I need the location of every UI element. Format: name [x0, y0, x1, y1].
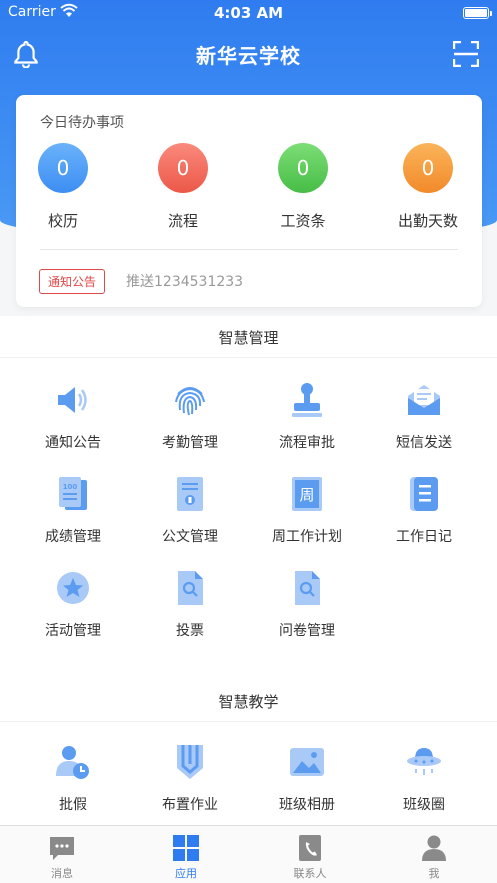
app-attendance[interactable]: 考勤管理: [128, 380, 252, 452]
notice-text[interactable]: 推送1234531233: [126, 271, 243, 291]
section-title: 智慧管理: [218, 329, 279, 347]
app-label: 流程审批: [279, 435, 335, 451]
smart-management-section: 智慧管理 通知公告 考勤管理 流程审批 短信发送 100 成绩管理 公文管理 周…: [0, 316, 497, 680]
apps-icon: [173, 835, 199, 861]
status-time: 4:03 AM: [213, 4, 284, 22]
app-label: 批假: [59, 797, 87, 813]
document-icon: [177, 477, 203, 511]
app-label: 投票: [176, 623, 204, 639]
card-divider: [40, 249, 458, 250]
stat-payslip[interactable]: 0 工资条: [263, 143, 343, 231]
stat-count: 0: [403, 143, 453, 193]
notice-tag[interactable]: 通知公告: [39, 269, 106, 294]
app-sms[interactable]: 短信发送: [362, 380, 486, 452]
todo-title: 今日待办事项: [40, 115, 124, 131]
message-icon: [50, 837, 74, 860]
stat-label: 校历: [47, 212, 78, 230]
stat-calendar[interactable]: 0 校历: [23, 143, 103, 231]
section-title: 智慧教学: [218, 693, 279, 711]
app-label: 考勤管理: [162, 435, 218, 451]
tab-contacts[interactable]: 联系人: [248, 826, 372, 883]
tab-label: 我: [428, 867, 440, 880]
stat-label: 工资条: [280, 212, 326, 230]
app-label: 周工作计划: [272, 529, 342, 545]
app-weekly-plan[interactable]: 周 周工作计划: [245, 474, 369, 546]
app-scores[interactable]: 100 成绩管理: [11, 474, 135, 546]
vote-icon: [178, 571, 203, 605]
mail-icon: [408, 385, 440, 415]
questionnaire-icon: [295, 571, 320, 605]
speaker-icon: [58, 387, 87, 413]
section-header: 智慧管理: [0, 316, 497, 358]
app-label: 工作日记: [396, 529, 452, 545]
app-label: 成绩管理: [45, 529, 101, 545]
app-class-circle[interactable]: 班级圈: [362, 742, 486, 814]
app-label: 布置作业: [162, 797, 218, 813]
profile-icon: [422, 835, 446, 861]
svg-text:周: 周: [299, 486, 314, 504]
tab-label: 应用: [175, 867, 197, 880]
app-label: 短信发送: [396, 435, 452, 451]
album-icon: [290, 748, 324, 776]
app-label: 通知公告: [45, 435, 101, 451]
homework-icon: [177, 745, 203, 779]
app-label: 公文管理: [162, 529, 218, 545]
tab-bar: 消息 应用 联系人 我: [0, 825, 497, 883]
page-title: 新华云学校: [196, 44, 301, 68]
app-approval[interactable]: 流程审批: [245, 380, 369, 452]
tab-label: 消息: [51, 867, 73, 880]
app-homework[interactable]: 布置作业: [128, 742, 252, 814]
app-notice[interactable]: 通知公告: [11, 380, 135, 452]
star-badge-icon: [57, 572, 89, 604]
tab-label: 联系人: [293, 867, 327, 880]
app-work-diary[interactable]: 工作日记: [362, 474, 486, 546]
score-sheet-icon: 100: [59, 477, 87, 510]
leave-icon: [56, 746, 89, 779]
app-documents[interactable]: 公文管理: [128, 474, 252, 546]
app-album[interactable]: 班级相册: [245, 742, 369, 814]
app-questionnaire[interactable]: 问卷管理: [245, 568, 369, 640]
stat-attendance[interactable]: 0 出勤天数: [388, 143, 468, 231]
planet-icon: [407, 748, 441, 775]
fingerprint-icon: [175, 387, 205, 416]
notebook-icon: [410, 477, 438, 511]
weekly-plan-icon: 周: [292, 477, 322, 511]
app-vote[interactable]: 投票: [128, 568, 252, 640]
tab-profile[interactable]: 我: [372, 826, 496, 883]
section-header: 智慧教学: [0, 680, 497, 722]
todo-card: 今日待办事项 0 校历 0 流程 0 工资条 0 出勤天数 通知公告 推送123…: [16, 95, 482, 307]
app-label: 班级圈: [403, 797, 445, 813]
contacts-icon: [299, 835, 321, 861]
svg-text:100: 100: [63, 483, 78, 491]
stat-process[interactable]: 0 流程: [143, 143, 223, 231]
app-label: 班级相册: [279, 797, 335, 813]
app-leave[interactable]: 批假: [11, 742, 135, 814]
app-activities[interactable]: 活动管理: [11, 568, 135, 640]
status-bar: Carrier 4:03 AM: [0, 0, 497, 26]
stat-label: 出勤天数: [397, 212, 458, 230]
app-label: 活动管理: [45, 623, 101, 639]
tab-apps[interactable]: 应用: [124, 826, 248, 883]
smart-teaching-section: 智慧教学 批假 布置作业 班级相册 班级圈: [0, 680, 497, 825]
nav-bar: 新华云学校: [0, 30, 497, 76]
scan-icon[interactable]: [453, 41, 479, 67]
tab-messages[interactable]: 消息: [0, 826, 124, 883]
stat-count: 0: [158, 143, 208, 193]
stamp-icon: [292, 383, 322, 417]
battery-icon: [463, 7, 492, 19]
stat-count: 0: [38, 143, 88, 193]
stat-label: 流程: [167, 212, 198, 230]
stat-count: 0: [278, 143, 328, 193]
app-label: 问卷管理: [279, 623, 335, 639]
